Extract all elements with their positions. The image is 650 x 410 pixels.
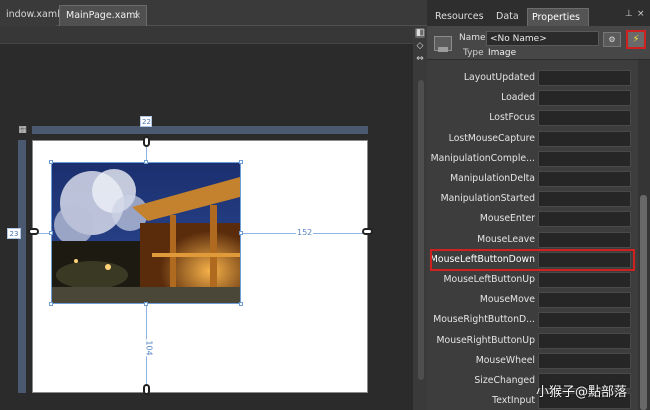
event-name: MouseLeftButtonUp — [443, 274, 535, 285]
event-row: MouseWheel — [427, 351, 638, 371]
event-handler-input[interactable] — [538, 312, 631, 329]
event-row: MouseEnter — [427, 209, 638, 229]
tab-label: indow.xaml — [6, 9, 60, 20]
type-label: Type — [463, 48, 484, 58]
event-handler-input[interactable] — [538, 70, 631, 86]
artboard-toolbar — [0, 26, 413, 44]
vertical-scrollbar[interactable] — [418, 80, 424, 380]
event-handler-input[interactable] — [538, 150, 631, 167]
event-handler-input[interactable] — [538, 171, 631, 187]
event-handler-input[interactable] — [538, 130, 631, 147]
tab-resources[interactable]: Resources — [431, 8, 487, 26]
element-header: Name Type Image ⚙ ⚡ — [427, 26, 650, 60]
anchor-chain-right-icon[interactable] — [362, 228, 373, 235]
tab-mainpage-xaml[interactable]: MainPage.xaml × — [59, 5, 147, 26]
watermark: 小猴子@點部落 — [536, 385, 628, 400]
event-name: MouseMove — [479, 294, 535, 306]
document-tab-bar: indow.xaml MainPage.xaml × — [0, 0, 427, 26]
event-row: MouseRightButtonUp — [427, 331, 638, 351]
type-value: Image — [488, 48, 517, 58]
event-name: LayoutUpdated — [463, 72, 535, 83]
event-handler-input[interactable] — [538, 332, 631, 349]
resize-handle-bottom-right[interactable] — [239, 302, 243, 306]
event-row: MouseMove — [427, 290, 638, 310]
anchor-chain-top-icon[interactable] — [143, 136, 150, 147]
event-name: MouseLeave — [477, 233, 535, 245]
event-handler-input[interactable] — [538, 110, 631, 127]
event-handler-input[interactable] — [538, 272, 631, 288]
margin-right-value: 152 — [296, 228, 314, 238]
event-row: MouseRightButtonD... — [427, 310, 638, 330]
event-name: Loaded — [501, 92, 535, 104]
tab-label: MainPage.xaml — [66, 10, 139, 21]
panel-scrollbar-thumb[interactable] — [640, 195, 647, 410]
properties-view-button[interactable]: ⚙ — [603, 32, 621, 47]
event-list: LayoutUpdated Loaded LostFocus LostMouseCap… — [427, 60, 638, 410]
design-view-icon[interactable]: ◧ — [415, 28, 425, 38]
event-handler-input[interactable] — [538, 90, 631, 107]
pin-icon[interactable]: ⊥ — [625, 9, 633, 19]
event-name: ManipulationStarted — [440, 193, 535, 205]
split-view-icon[interactable]: ⇔ — [415, 54, 425, 64]
resize-handle-left[interactable] — [49, 231, 53, 235]
margin-left-value: 23 — [7, 228, 21, 239]
resize-handle-top[interactable] — [144, 160, 148, 164]
tab-label: Properties — [532, 12, 581, 23]
event-handler-input[interactable] — [538, 292, 631, 309]
event-handler-input[interactable] — [538, 352, 631, 369]
event-handler-input[interactable] — [538, 211, 631, 228]
grid-ruler-left[interactable] — [18, 140, 26, 393]
event-row: Loaded — [427, 88, 638, 108]
event-name: SizeChanged — [474, 375, 535, 386]
event-name: LostFocus — [489, 112, 535, 124]
resize-handle-top-right[interactable] — [239, 160, 243, 164]
event-row: LostFocus — [427, 108, 638, 128]
close-panel-icon[interactable]: × — [637, 9, 645, 19]
resize-handle-top-left[interactable] — [49, 160, 53, 164]
selected-image-element[interactable] — [51, 162, 241, 304]
tab-window-xaml[interactable]: indow.xaml — [0, 5, 60, 26]
event-row: ManipulationComple... — [427, 149, 638, 169]
resize-handle-bottom-left[interactable] — [49, 302, 53, 306]
properties-panel: Resources Data Properties × ⊥ × Name Typ… — [427, 0, 650, 410]
event-name: MouseWheel — [475, 354, 535, 366]
event-row: LayoutUpdated — [427, 68, 638, 88]
event-name: MouseEnter — [479, 213, 535, 225]
anchor-chain-bottom-icon[interactable] — [143, 384, 150, 395]
event-name: MouseRightButtonUp — [436, 334, 536, 346]
grid-mode-icon[interactable]: ▦ — [17, 125, 28, 136]
tab-properties[interactable]: Properties × — [527, 8, 589, 40]
night-garden-photo — [52, 163, 240, 303]
event-name: TextInput — [492, 395, 535, 407]
event-name: LostMouseCapture — [448, 132, 535, 144]
event-name: MouseRightButtonD... — [433, 314, 535, 326]
event-handler-input[interactable] — [538, 191, 631, 208]
margin-top-value: 22 — [140, 116, 152, 127]
event-row: MouseLeave — [427, 230, 638, 250]
event-row: ManipulationDelta — [427, 169, 638, 189]
close-icon[interactable]: × — [133, 6, 141, 26]
resize-handle-bottom[interactable] — [144, 302, 148, 306]
name-input[interactable] — [486, 31, 599, 46]
event-name: ManipulationDelta — [450, 173, 535, 184]
event-name: ManipulationComple... — [430, 152, 535, 164]
grid-ruler-top[interactable] — [32, 126, 368, 134]
panel-scrollbar[interactable] — [638, 60, 650, 410]
tab-data[interactable]: Data — [492, 8, 523, 26]
event-name: MouseLeftButtonDown — [429, 253, 535, 265]
event-handler-input[interactable] — [538, 231, 631, 248]
xaml-view-icon[interactable]: ◇ — [415, 41, 425, 51]
image-type-icon — [434, 36, 452, 52]
panel-tab-bar: Resources Data Properties × ⊥ × — [427, 0, 650, 40]
events-view-button[interactable]: ⚡ — [626, 30, 646, 49]
margin-bottom-value: 104 — [143, 339, 154, 357]
event-row: MouseLeftButtonUp — [427, 270, 638, 290]
resize-handle-right[interactable] — [239, 231, 243, 235]
event-handler-input[interactable] — [538, 251, 631, 268]
event-row: MouseLeftButtonDown — [427, 250, 638, 270]
anchor-chain-left-icon[interactable] — [28, 228, 39, 235]
event-row: ManipulationStarted — [427, 189, 638, 209]
event-row: LostMouseCapture — [427, 129, 638, 149]
name-label: Name — [459, 33, 486, 43]
